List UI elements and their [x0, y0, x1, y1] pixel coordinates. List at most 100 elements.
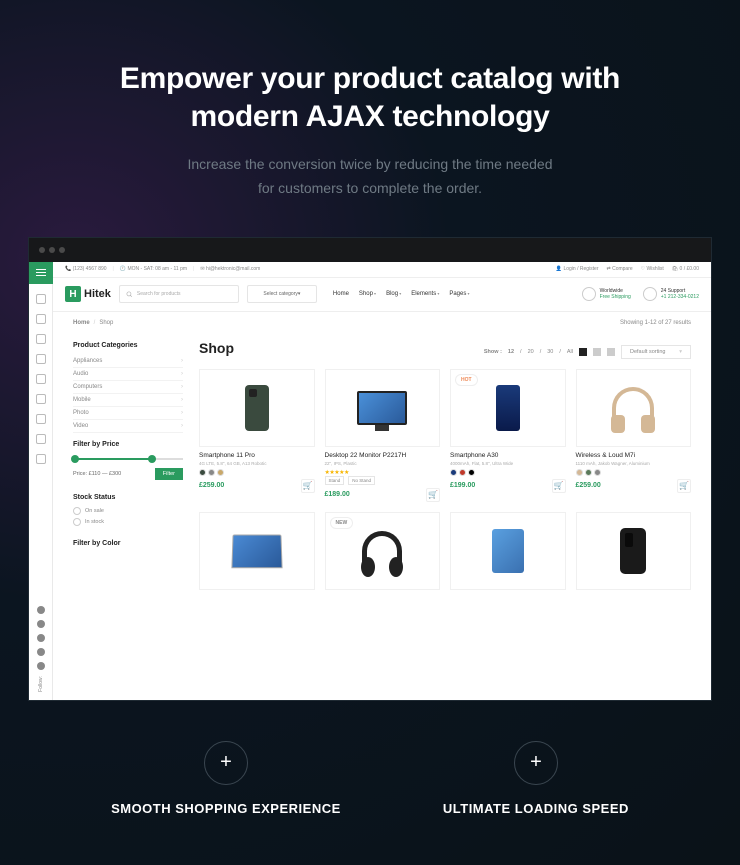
list-view-icon[interactable]	[607, 348, 615, 356]
color-swatches[interactable]	[450, 469, 566, 476]
color-swatches[interactable]	[199, 469, 315, 476]
product-image-icon	[492, 529, 524, 573]
cat-item[interactable]: Computers	[73, 381, 183, 394]
shipping-info: WorldwideFree Shipping	[582, 287, 631, 301]
variant-option[interactable]: No Stand	[348, 476, 375, 485]
cat-item[interactable]: Photo	[73, 407, 183, 420]
social-icon[interactable]	[37, 620, 45, 628]
results-count: Showing 1-12 of 27 results	[620, 320, 691, 326]
product-card[interactable]	[450, 512, 566, 595]
nav-blog[interactable]: Blog	[386, 291, 401, 297]
login-link[interactable]: 👤 Login / Register	[556, 266, 599, 272]
feature-label: ULTIMATE LOADING SPEED	[443, 801, 629, 816]
show-opt[interactable]: 30	[547, 349, 553, 355]
product-card[interactable]: Smartphone 11 Pro 4G LTE, 5.8", 64 GB, A…	[199, 369, 315, 502]
product-image-icon	[362, 531, 402, 571]
slider-handle-icon[interactable]	[71, 455, 79, 463]
nav-home[interactable]: Home	[333, 291, 349, 297]
product-name: Smartphone 11 Pro	[199, 452, 315, 459]
social-icon[interactable]	[37, 648, 45, 656]
product-price: £189.00	[325, 491, 350, 498]
cat-item[interactable]: Appliances	[73, 355, 183, 368]
show-opt[interactable]: 12	[508, 349, 514, 355]
browser-frame: Follow: 📞 (123) 4567 890 | 🕐 MON - SAT: …	[28, 237, 712, 701]
show-label: Show :	[484, 349, 502, 355]
traffic-light-icon	[39, 247, 45, 253]
menu-button[interactable]	[29, 262, 53, 284]
feature-item: + ULTIMATE LOADING SPEED	[443, 741, 629, 816]
product-price: £199.00	[450, 482, 475, 489]
add-to-cart-icon[interactable]: 🛒	[301, 479, 315, 493]
add-to-cart-icon[interactable]: 🛒	[677, 479, 691, 493]
breadcrumb: Home / Shop Showing 1-12 of 27 results	[53, 312, 711, 334]
rail-icon[interactable]	[36, 434, 46, 444]
product-card[interactable]	[576, 512, 692, 595]
nav-elements[interactable]: Elements	[411, 291, 439, 297]
cat-item[interactable]: Video	[73, 420, 183, 433]
globe-icon	[582, 287, 596, 301]
list-view-icon[interactable]	[593, 348, 601, 356]
rail-icon[interactable]	[36, 294, 46, 304]
slider-handle-icon[interactable]	[148, 455, 156, 463]
search-input[interactable]: Search for products	[119, 285, 239, 303]
price-slider[interactable]	[73, 458, 183, 460]
plus-icon: +	[204, 741, 248, 785]
product-image-icon	[612, 387, 654, 429]
add-to-cart-icon[interactable]: 🛒	[552, 479, 566, 493]
variant-option[interactable]: Stand	[325, 476, 345, 485]
logo[interactable]: H Hitek	[65, 286, 111, 302]
social-icon[interactable]	[37, 606, 45, 614]
add-to-cart-icon[interactable]: 🛒	[426, 488, 440, 502]
wishlist-link[interactable]: ♡ Wishlist	[641, 266, 664, 272]
cat-item[interactable]: Mobile	[73, 394, 183, 407]
product-catalog: Shop Show : 12/ 20/ 30/ All Default sort…	[199, 334, 691, 700]
feature-label: SMOOTH SHOPPING EXPERIENCE	[111, 801, 341, 816]
product-card[interactable]: Desktop 22 Monitor P2217H 22", IPS, Plas…	[325, 369, 441, 502]
product-name: Desktop 22 Monitor P2217H	[325, 452, 441, 459]
compare-link[interactable]: ⇄ Compare	[607, 266, 633, 272]
rail-icon[interactable]	[36, 414, 46, 424]
nav-shop[interactable]: Shop	[359, 291, 376, 297]
logo-mark-icon: H	[65, 286, 81, 302]
categories-heading: Product Categories	[73, 342, 183, 349]
cat-item[interactable]: Audio	[73, 368, 183, 381]
browser-chrome	[29, 238, 711, 262]
nav-pages[interactable]: Pages	[449, 291, 469, 297]
star-rating-icon: ★★★★★	[325, 469, 441, 476]
hero-title: Empower your product catalog with modern…	[0, 0, 740, 153]
product-card[interactable]: Wireless & Loud M7i 1110 mAh, Jakob Wagn…	[576, 369, 692, 502]
social-icon[interactable]	[37, 662, 45, 670]
product-card[interactable]	[199, 512, 315, 595]
crumb-home[interactable]: Home	[73, 320, 90, 326]
stock-option[interactable]: On sale	[73, 507, 183, 515]
product-meta: 1110 mAh, Jakob Wagner, Aluminium	[576, 461, 692, 466]
stock-heading: Stock Status	[73, 494, 183, 501]
product-card[interactable]: HOT Smartphone A30 4000mAh, Flat, 5.8", …	[450, 369, 566, 502]
color-swatches[interactable]	[576, 469, 692, 476]
page-title: Shop	[199, 340, 234, 356]
category-select[interactable]: Select category ▾	[247, 285, 317, 303]
show-opt[interactable]: 20	[528, 349, 534, 355]
filter-sidebar: Product Categories Appliances Audio Comp…	[73, 334, 183, 700]
rail-icon[interactable]	[36, 314, 46, 324]
grid-view-icon[interactable]	[579, 348, 587, 356]
filter-button[interactable]: Filter	[155, 468, 183, 480]
rail-icon[interactable]	[36, 334, 46, 344]
sort-select[interactable]: Default sorting ▾	[621, 345, 691, 359]
rail-icon[interactable]	[36, 354, 46, 364]
hot-badge: HOT	[455, 374, 478, 386]
show-opt[interactable]: All	[567, 349, 573, 355]
product-image-icon	[496, 385, 520, 431]
plus-icon: +	[514, 741, 558, 785]
rail-icon[interactable]	[36, 374, 46, 384]
main-nav: Home Shop Blog Elements Pages	[333, 291, 470, 297]
product-meta: 4000mAh, Flat, 5.8", Ultra Wide	[450, 461, 566, 466]
rail-icon[interactable]	[36, 454, 46, 464]
cart-link[interactable]: 🛍 0 / £0.00	[672, 266, 699, 272]
product-card[interactable]: NEW	[325, 512, 441, 595]
stock-option[interactable]: In stock	[73, 518, 183, 526]
rail-icon[interactable]	[36, 394, 46, 404]
social-icon[interactable]	[37, 634, 45, 642]
headset-icon	[643, 287, 657, 301]
product-image-icon	[231, 534, 282, 568]
